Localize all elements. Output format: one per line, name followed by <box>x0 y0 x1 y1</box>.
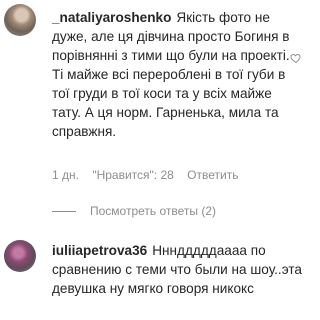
reply-button[interactable]: Ответить <box>187 168 238 182</box>
replies-divider-line <box>52 211 76 213</box>
comment-body: Якість фото не дуже, але ця дівчина прос… <box>52 10 290 139</box>
comment-divider <box>0 230 308 231</box>
view-replies-label: Посмотреть ответы (2) <box>90 204 217 218</box>
avatar[interactable] <box>4 240 36 272</box>
comment-text-block: _nataliyaroshenko Якість фото не дуже, ал… <box>52 8 302 141</box>
comment-username[interactable]: iuliiapetrova36 <box>52 243 147 258</box>
comment-text-block: iuliiapetrova36 Ннндддддаааа по сравнению… <box>52 241 302 298</box>
comment-username[interactable]: _nataliyaroshenko <box>52 10 171 25</box>
comment-meta: 1 дн. "Нравится": 28 Ответить <box>52 168 248 182</box>
comment-likes[interactable]: "Нравится": 28 <box>92 168 174 182</box>
heart-icon[interactable] <box>290 52 302 64</box>
avatar[interactable] <box>4 4 36 36</box>
comment-time[interactable]: 1 дн. <box>52 168 79 182</box>
view-replies-link[interactable]: Посмотреть ответы (2) <box>52 204 216 218</box>
